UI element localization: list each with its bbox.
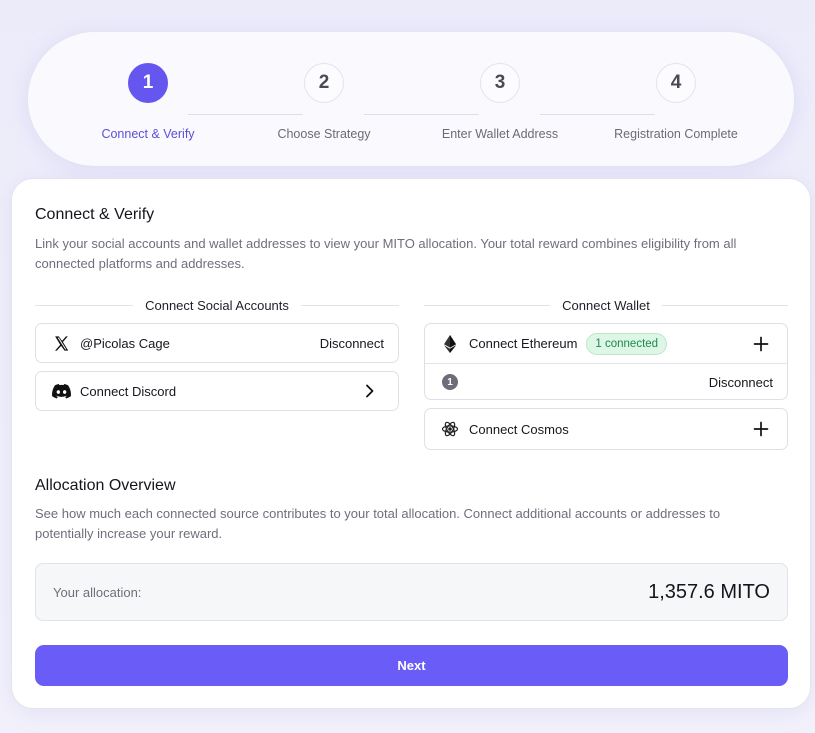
step-enter-wallet-address: 3 Enter Wallet Address	[412, 63, 588, 141]
allocation-value: 1,357.6 MITO	[648, 580, 770, 603]
step-number: 4	[656, 63, 696, 103]
x-logo-icon	[51, 333, 71, 353]
connect-ethereum-row[interactable]: Connect Ethereum 1 connected	[425, 324, 787, 363]
allocation-summary: Your allocation: 1,357.6 MITO	[35, 563, 788, 621]
x-account-row: @Picolas Cage Disconnect	[35, 323, 399, 363]
connected-count-badge: 1 connected	[586, 332, 668, 355]
social-accounts-heading: Connect Social Accounts	[35, 297, 399, 313]
section-description: Link your social accounts and wallet add…	[35, 236, 737, 271]
divider	[424, 304, 551, 306]
step-label: Enter Wallet Address	[441, 127, 559, 141]
step-registration-complete: 4 Registration Complete	[588, 63, 764, 141]
plus-icon[interactable]	[751, 334, 771, 354]
wallet-heading: Connect Wallet	[424, 297, 789, 313]
section-title: Connect & Verify	[35, 206, 155, 223]
cosmos-label: Connect Cosmos	[469, 421, 569, 437]
plus-icon[interactable]	[751, 419, 771, 439]
wallet-heading-label: Connect Wallet	[562, 297, 650, 313]
step-label: Choose Strategy	[277, 127, 371, 141]
ethereum-disconnect-button[interactable]: Disconnect	[709, 375, 773, 390]
step-number: 1	[128, 63, 168, 103]
ethereum-label: Connect Ethereum	[469, 336, 578, 351]
connect-verify-card: Connect & Verify Link your social accoun…	[11, 178, 811, 709]
step-connect-verify: 1 Connect & Verify	[60, 63, 236, 141]
ethereum-icon	[440, 334, 460, 354]
divider	[661, 304, 789, 306]
connect-cosmos-row[interactable]: Connect Cosmos	[424, 408, 788, 450]
allocation-title: Allocation Overview	[35, 477, 176, 494]
x-disconnect-button[interactable]: Disconnect	[320, 336, 384, 351]
discord-icon	[51, 381, 71, 401]
discord-label: Connect Discord	[80, 383, 177, 399]
step-choose-strategy: 2 Choose Strategy	[236, 63, 412, 141]
ethereum-wallet-group: Connect Ethereum 1 connected 1 Disconnec…	[424, 323, 788, 400]
x-account-handle: @Picolas Cage	[80, 335, 170, 351]
ethereum-address-row: 1 Disconnect	[425, 364, 787, 400]
social-heading-label: Connect Social Accounts	[145, 297, 289, 313]
connect-discord-button[interactable]: Connect Discord	[35, 371, 399, 411]
step-number: 2	[304, 63, 344, 103]
allocation-label: Your allocation:	[53, 584, 142, 600]
allocation-description: See how much each connected source contr…	[35, 506, 721, 541]
address-index-icon: 1	[440, 372, 460, 392]
chevron-right-icon	[360, 381, 380, 401]
cosmos-icon	[440, 419, 460, 439]
step-label: Connect & Verify	[101, 127, 195, 141]
next-button[interactable]: Next	[35, 645, 788, 686]
step-label: Registration Complete	[614, 127, 738, 141]
step-number: 3	[480, 63, 520, 103]
divider	[35, 304, 134, 306]
divider	[300, 304, 399, 306]
progress-stepper: 1 Connect & Verify 2 Choose Strategy 3 E…	[27, 31, 795, 167]
